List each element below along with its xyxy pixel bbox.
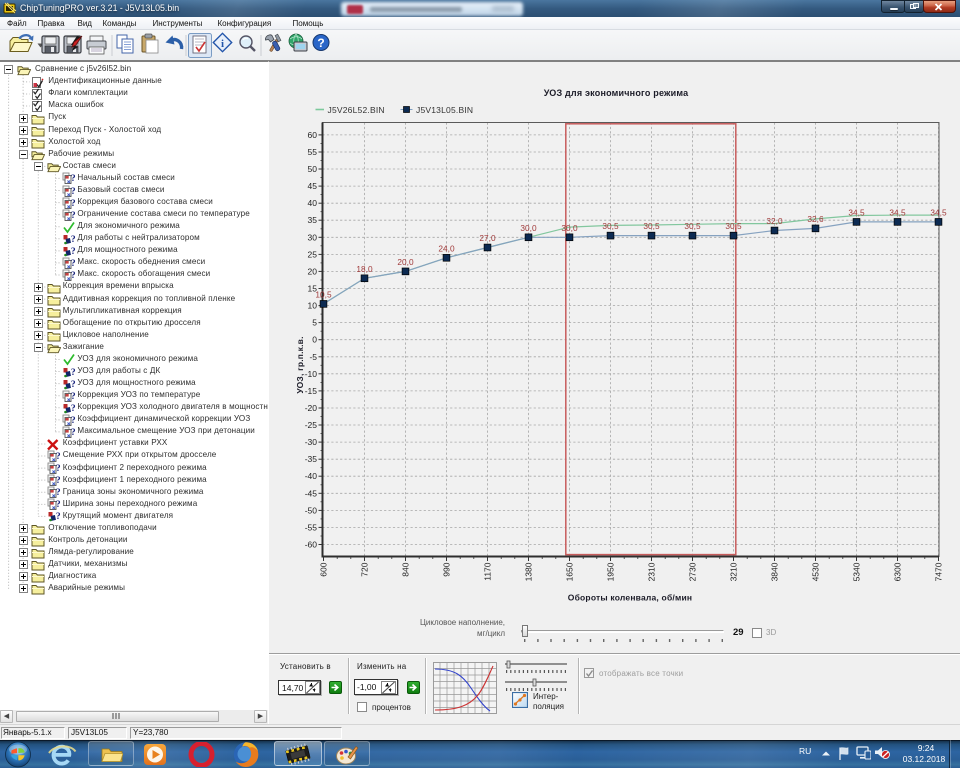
svg-text:34,5: 34,5 [889, 207, 906, 217]
svg-text:60: 60 [308, 130, 318, 140]
svg-text:27,0: 27,0 [479, 233, 496, 243]
svg-text:?: ? [56, 452, 61, 462]
svg-text:2310: 2310 [647, 562, 657, 581]
svg-text:30: 30 [308, 232, 318, 242]
svg-text:?: ? [56, 476, 61, 486]
svg-text:?: ? [56, 464, 61, 474]
svg-text:?: ? [70, 271, 75, 281]
svg-text:45: 45 [308, 181, 318, 191]
svg-text:4530: 4530 [811, 562, 821, 581]
svg-text:18,0: 18,0 [356, 264, 373, 274]
svg-text:30,5: 30,5 [643, 221, 660, 231]
svg-text:?: ? [70, 211, 75, 221]
svg-text:32,6: 32,6 [807, 214, 824, 224]
svg-text:?: ? [56, 512, 61, 522]
svg-text:990: 990 [442, 562, 452, 576]
svg-text:-10: -10 [305, 369, 318, 379]
svg-text:i: i [221, 38, 224, 50]
svg-text:34,5: 34,5 [848, 207, 865, 217]
svg-text:J5V26L52.BIN: J5V26L52.BIN [328, 105, 385, 115]
svg-text:-50: -50 [305, 505, 318, 515]
svg-text:50: 50 [308, 164, 318, 174]
svg-text:?: ? [70, 235, 75, 245]
svg-text:?: ? [70, 428, 75, 438]
svg-text:Обороты коленвала, об/мин: Обороты коленвала, об/мин [568, 593, 692, 603]
svg-text:5340: 5340 [852, 562, 862, 581]
svg-text:-60: -60 [305, 540, 318, 550]
svg-text:J5V13L05.BIN: J5V13L05.BIN [416, 105, 473, 115]
svg-text:30,0: 30,0 [520, 223, 537, 233]
svg-text:20: 20 [308, 266, 318, 276]
svg-text:-40: -40 [305, 471, 318, 481]
svg-text:?: ? [70, 368, 75, 378]
svg-text:55: 55 [308, 147, 318, 157]
svg-text:840: 840 [401, 562, 411, 576]
svg-text:?: ? [70, 416, 75, 426]
svg-text:?: ? [70, 259, 75, 269]
svg-text:25: 25 [308, 249, 318, 259]
svg-text:-5: -5 [309, 352, 317, 362]
svg-text:30,5: 30,5 [602, 221, 619, 231]
svg-text:32,0: 32,0 [766, 216, 783, 226]
svg-text:10,5: 10,5 [315, 289, 332, 299]
svg-text:1170: 1170 [483, 562, 493, 581]
svg-text:20,0: 20,0 [397, 257, 414, 267]
svg-text:УОЗ, гр.п.к.в.: УОЗ, гр.п.к.в. [295, 336, 305, 393]
svg-text:?: ? [70, 247, 75, 257]
svg-text:-15: -15 [305, 386, 318, 396]
svg-text:?: ? [70, 174, 75, 184]
svg-text:-45: -45 [305, 488, 318, 498]
svg-text:30,5: 30,5 [725, 221, 742, 231]
svg-text:?: ? [56, 488, 61, 498]
svg-text:6300: 6300 [893, 562, 903, 581]
svg-text:1650: 1650 [565, 562, 575, 581]
svg-text:?: ? [317, 36, 324, 50]
svg-text:5: 5 [312, 318, 317, 328]
svg-text:-25: -25 [305, 420, 318, 430]
svg-text:?: ? [70, 187, 75, 197]
svg-text:-35: -35 [305, 454, 318, 464]
svg-text:2730: 2730 [688, 562, 698, 581]
svg-text:?: ? [56, 500, 61, 510]
svg-text:35: 35 [308, 215, 318, 225]
svg-text:-55: -55 [305, 522, 318, 532]
svg-text:10: 10 [308, 301, 318, 311]
svg-text:-20: -20 [305, 403, 318, 413]
svg-text:?: ? [70, 199, 75, 209]
svg-text:?: ? [70, 404, 75, 414]
svg-text:30,0: 30,0 [561, 223, 578, 233]
svg-text:-30: -30 [305, 437, 318, 447]
svg-text:3840: 3840 [770, 562, 780, 581]
svg-text:600: 600 [319, 562, 329, 576]
svg-text:24,0: 24,0 [438, 243, 455, 253]
svg-text:1950: 1950 [606, 562, 616, 581]
svg-text:7470: 7470 [934, 562, 944, 581]
svg-text:0: 0 [312, 335, 317, 345]
svg-text:34,5: 34,5 [930, 207, 947, 217]
svg-text:3210: 3210 [729, 562, 739, 581]
svg-text:40: 40 [308, 198, 318, 208]
svg-text:30,5: 30,5 [684, 221, 701, 231]
svg-text:?: ? [70, 392, 75, 402]
svg-text:720: 720 [360, 562, 370, 576]
svg-text:1380: 1380 [524, 562, 534, 581]
svg-text:?: ? [70, 380, 75, 390]
svg-text:УОЗ для экономичного режима: УОЗ для экономичного режима [544, 88, 689, 98]
